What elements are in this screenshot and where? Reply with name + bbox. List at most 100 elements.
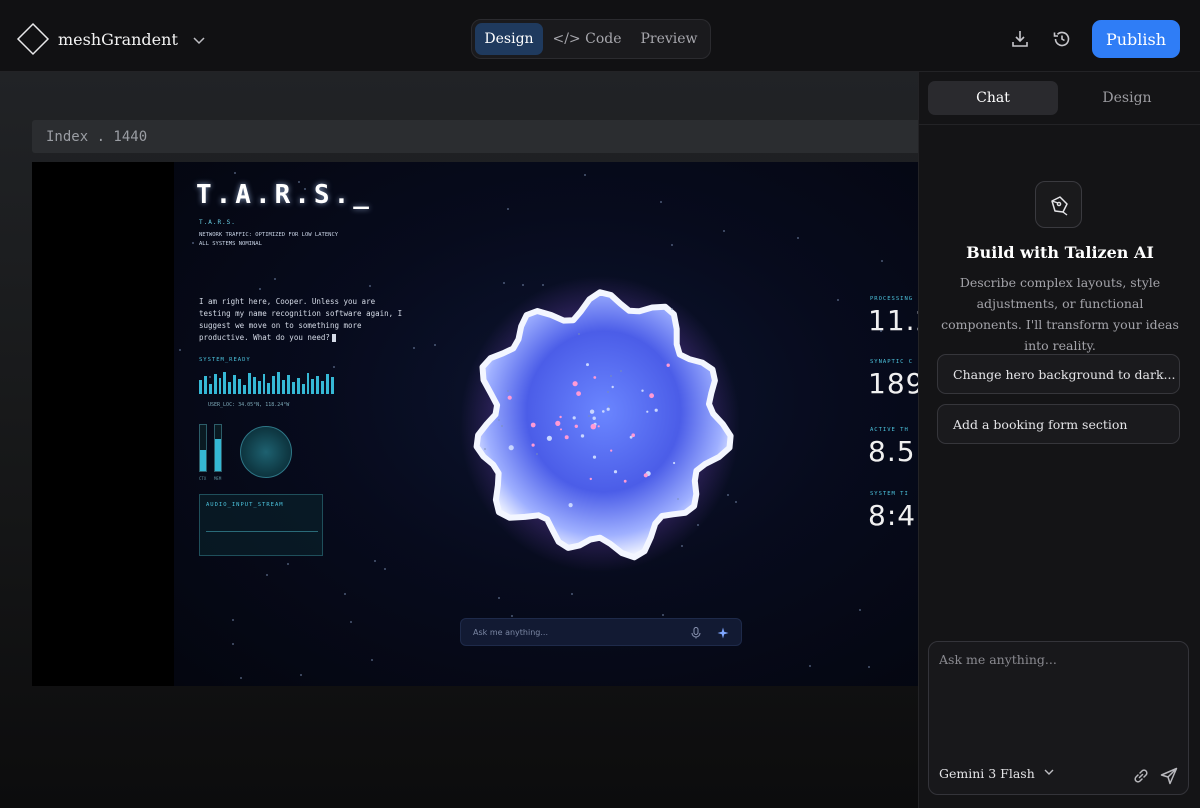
meter-ctx-label: CTX bbox=[199, 476, 207, 481]
star bbox=[868, 666, 870, 668]
orb-particle bbox=[507, 395, 512, 400]
eq-bar bbox=[282, 380, 286, 394]
orb-particle bbox=[555, 420, 561, 426]
orb-particle bbox=[654, 408, 658, 412]
publish-button[interactable]: Publish bbox=[1092, 20, 1180, 58]
eq-bar bbox=[262, 374, 266, 394]
chevron-down-icon bbox=[1043, 766, 1055, 781]
mode-switcher: Design </> Code Preview bbox=[471, 19, 711, 59]
tars-meta: NETWORK TRAFFIC: OPTIMIZED FOR LOW LATEN… bbox=[199, 231, 419, 249]
model-selector[interactable]: Gemini 3 Flash bbox=[939, 766, 1055, 781]
chevron-down-icon bbox=[192, 32, 206, 46]
orb-particle bbox=[576, 391, 581, 396]
diamond-logo-icon bbox=[16, 22, 50, 56]
audio-equalizer bbox=[199, 370, 334, 394]
star bbox=[384, 568, 386, 570]
project-switcher[interactable]: meshGrandent bbox=[16, 22, 206, 56]
orb-particle bbox=[508, 445, 514, 451]
site-ask-placeholder: Ask me anything... bbox=[473, 627, 548, 637]
stat-synaptic-value: 189 bbox=[868, 367, 918, 400]
star bbox=[536, 453, 538, 455]
history-icon[interactable] bbox=[1051, 28, 1073, 50]
star bbox=[371, 659, 373, 661]
meta-network: NETWORK TRAFFIC: OPTIMIZED FOR LOW LATEN… bbox=[199, 232, 339, 238]
orb-particle bbox=[560, 428, 562, 431]
meta-status: ALL SYSTEMS NOMINAL bbox=[199, 241, 262, 247]
message-text: I am right here, Cooper. Unless you are … bbox=[199, 297, 403, 342]
star bbox=[809, 665, 811, 667]
star bbox=[607, 391, 609, 393]
eq-bar bbox=[218, 378, 222, 394]
orb-particle bbox=[589, 477, 592, 481]
tab-design[interactable]: Design bbox=[475, 23, 543, 55]
star bbox=[263, 392, 265, 394]
meter-ctx-fill bbox=[200, 450, 206, 471]
star bbox=[507, 390, 509, 392]
star bbox=[484, 448, 486, 450]
eq-bar bbox=[291, 382, 295, 394]
tab-preview[interactable]: Preview bbox=[631, 23, 707, 55]
star bbox=[588, 415, 590, 417]
orb-particle bbox=[568, 503, 573, 508]
suggestion-booking-form[interactable]: Add a booking form section bbox=[937, 404, 1180, 444]
star bbox=[697, 524, 699, 526]
star bbox=[881, 260, 883, 262]
orb-particle bbox=[592, 455, 597, 459]
orb-particle bbox=[631, 433, 635, 437]
empty-state-title: Build with Talizen AI bbox=[966, 243, 1154, 262]
star bbox=[671, 308, 673, 310]
orb-particle bbox=[613, 470, 618, 474]
orb-particle bbox=[666, 363, 670, 367]
design-canvas[interactable]: Index . 1440 T.A.R.S._ T.A.R.S. NETWORK … bbox=[0, 72, 918, 808]
star bbox=[681, 545, 683, 547]
orb-particle bbox=[641, 389, 644, 392]
radar-globe bbox=[240, 426, 292, 478]
star bbox=[837, 299, 839, 301]
download-icon[interactable] bbox=[1009, 28, 1031, 50]
site-ask-input[interactable]: Ask me anything... bbox=[460, 618, 742, 646]
star bbox=[274, 278, 276, 280]
orb-particle bbox=[597, 425, 600, 428]
star bbox=[192, 242, 194, 244]
orb-particle bbox=[546, 435, 552, 441]
stat-active-label: ACTIVE TH bbox=[870, 427, 909, 433]
project-name: meshGrandent bbox=[58, 29, 178, 49]
stat-active-value: 8.5 bbox=[868, 435, 916, 468]
chat-input[interactable] bbox=[939, 652, 1179, 742]
orb-particle bbox=[586, 363, 589, 367]
tab-panel-design[interactable]: Design bbox=[1062, 81, 1192, 115]
empty-state-description: Describe complex layouts, style adjustme… bbox=[941, 275, 1179, 353]
orb-particle bbox=[602, 410, 605, 413]
audio-input-panel: AUDIO_INPUT_STREAM bbox=[199, 494, 323, 556]
eq-bar bbox=[326, 374, 330, 394]
send-icon[interactable] bbox=[1159, 766, 1179, 786]
star bbox=[578, 333, 580, 335]
eq-bar bbox=[296, 378, 300, 394]
orb-particle bbox=[646, 410, 649, 413]
microphone-icon[interactable] bbox=[691, 627, 701, 639]
panel-tabs: Chat Design bbox=[928, 81, 1192, 115]
site-preview[interactable]: T.A.R.S._ T.A.R.S. NETWORK TRAFFIC: OPTI… bbox=[174, 162, 918, 686]
orb-particle bbox=[574, 424, 578, 428]
star bbox=[660, 201, 662, 203]
stat-systime-value: 8:46 bbox=[868, 499, 918, 532]
tars-subtitle: T.A.R.S. bbox=[199, 219, 236, 226]
eq-bar bbox=[277, 372, 281, 394]
sparkle-icon[interactable] bbox=[717, 627, 729, 639]
star bbox=[266, 574, 268, 576]
suggestion-dark-hero[interactable]: Change hero background to dark... bbox=[937, 354, 1180, 394]
tab-chat[interactable]: Chat bbox=[928, 81, 1058, 115]
star bbox=[671, 244, 673, 246]
text-cursor bbox=[331, 334, 336, 342]
link-icon[interactable] bbox=[1131, 766, 1151, 786]
star bbox=[677, 498, 679, 500]
frame-viewport[interactable]: T.A.R.S._ T.A.R.S. NETWORK TRAFFIC: OPTI… bbox=[32, 162, 918, 686]
eq-bar bbox=[213, 374, 217, 394]
tab-code[interactable]: </> Code bbox=[547, 23, 627, 55]
frame-label[interactable]: Index . 1440 bbox=[32, 120, 918, 153]
star bbox=[511, 615, 513, 617]
star bbox=[507, 208, 509, 210]
eq-bar bbox=[306, 373, 310, 394]
star bbox=[797, 237, 799, 239]
star bbox=[608, 405, 610, 407]
